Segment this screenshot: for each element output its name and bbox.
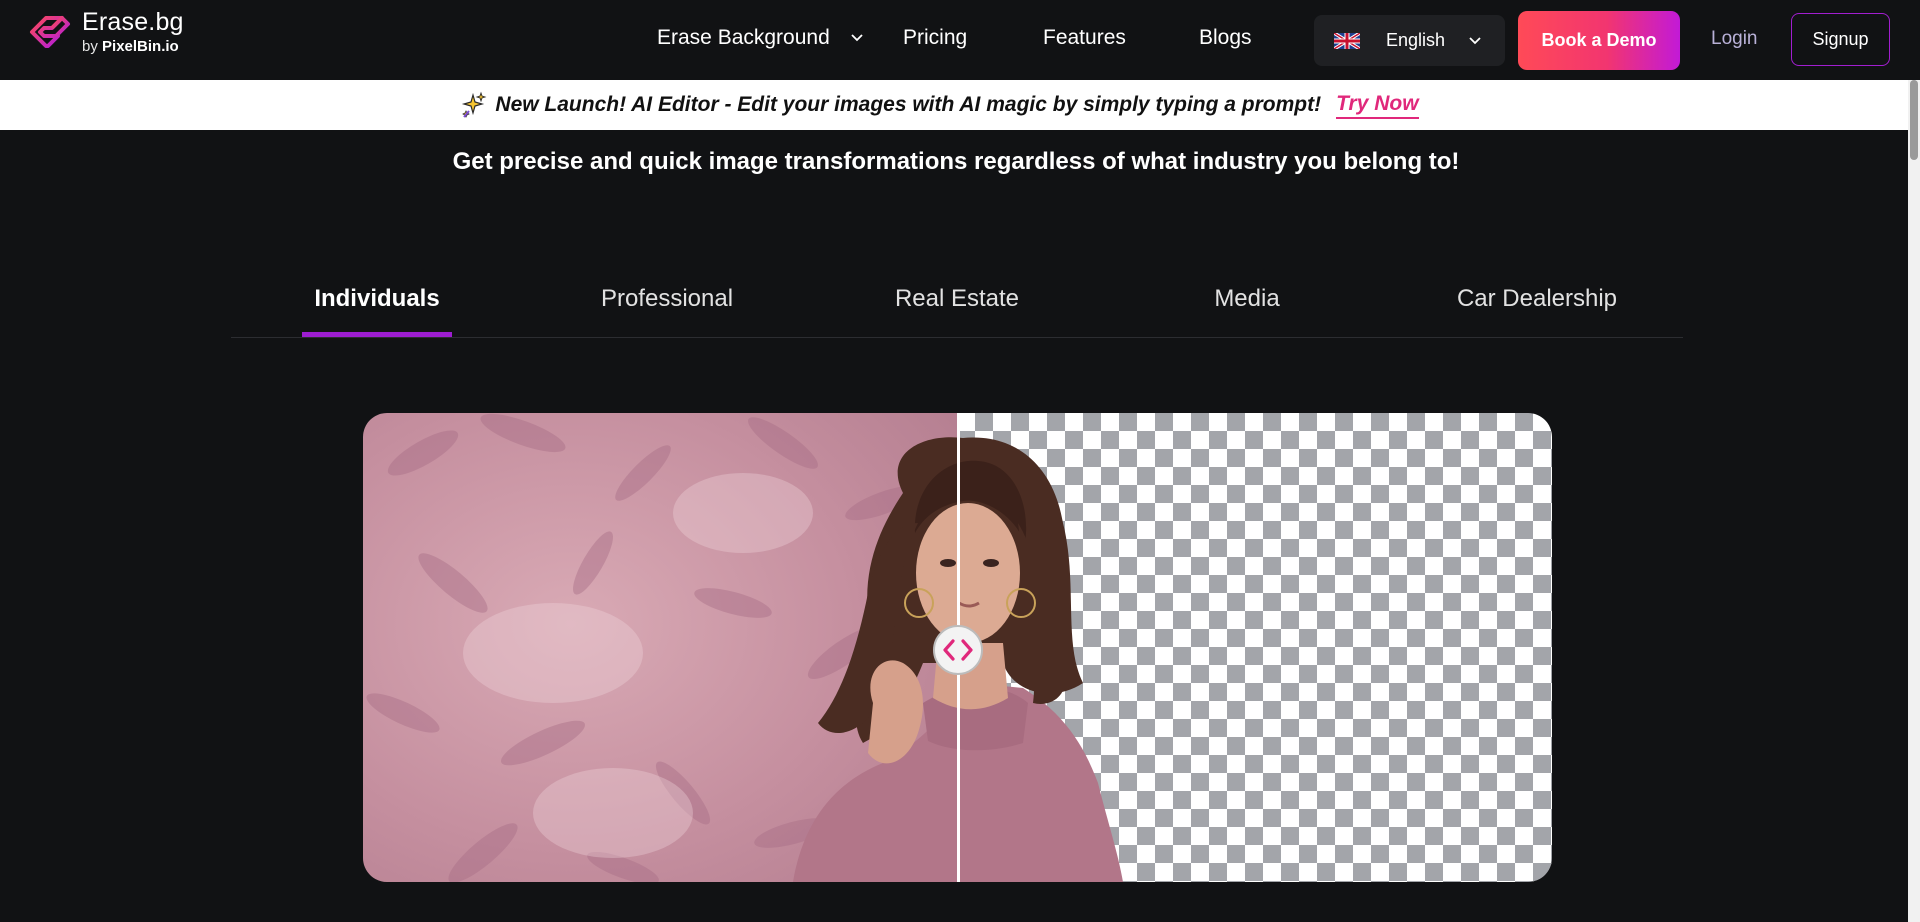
tab-individuals[interactable]: Individuals	[314, 285, 439, 313]
tab-car-dealership[interactable]: Car Dealership	[1457, 285, 1617, 313]
section-headline: Get precise and quick image transformati…	[452, 148, 1460, 175]
book-demo-button[interactable]: Book a Demo	[1518, 11, 1680, 70]
tab-professional[interactable]: Professional	[601, 285, 733, 313]
logo-byline: by PixelBin.io	[82, 39, 184, 54]
signup-button[interactable]: Signup	[1791, 13, 1890, 66]
tab-media[interactable]: Media	[1214, 285, 1279, 313]
active-tab-indicator	[302, 332, 452, 337]
language-selector[interactable]: English	[1314, 15, 1505, 66]
erase-bg-logo-icon	[30, 16, 70, 48]
nav-item-blogs[interactable]: Blogs	[1199, 26, 1252, 50]
drag-arrows-icon	[943, 639, 973, 661]
page-scrollbar[interactable]	[1908, 80, 1920, 922]
tab-real-estate[interactable]: Real Estate	[895, 285, 1019, 313]
try-now-link[interactable]: Try Now	[1336, 92, 1419, 119]
comparison-slider-handle[interactable]	[933, 625, 983, 675]
sparkle-icon	[462, 91, 487, 118]
site-header: Erase.bg by PixelBin.io Erase Background…	[0, 0, 1920, 80]
announcement-bar: New Launch! AI Editor - Edit your images…	[0, 80, 1920, 130]
industry-tabs: Individuals Professional Real Estate Med…	[231, 270, 1683, 338]
nav-item-features[interactable]: Features	[1043, 26, 1126, 50]
page: Erase.bg by PixelBin.io Erase Background…	[0, 0, 1920, 922]
chevron-down-icon	[850, 34, 863, 42]
logo-title: Erase.bg	[82, 8, 184, 36]
logo-byline-prefix: by	[82, 38, 98, 55]
nav-item-erase-background[interactable]: Erase Background	[657, 26, 864, 50]
chevron-down-icon	[1469, 37, 1481, 45]
nav-item-pricing[interactable]: Pricing	[903, 26, 967, 50]
before-after-comparison[interactable]	[363, 413, 1552, 882]
announcement-text: New Launch! AI Editor - Edit your images…	[495, 93, 1322, 116]
language-label: English	[1386, 30, 1446, 50]
logo[interactable]: Erase.bg by PixelBin.io	[28, 10, 184, 54]
logo-byline-brand: PixelBin.io	[102, 38, 179, 55]
uk-flag-icon	[1334, 33, 1360, 49]
login-link[interactable]: Login	[1711, 28, 1758, 50]
nav-item-label: Erase Background	[657, 26, 830, 49]
